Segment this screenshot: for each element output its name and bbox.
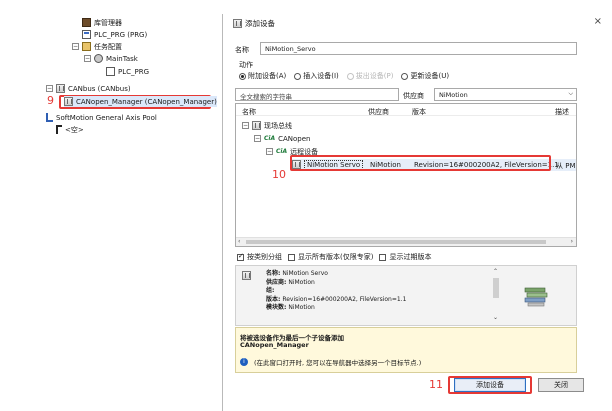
info-icon: i — [240, 358, 248, 366]
tree-item-softmotion-pool[interactable]: SoftMotion General Axis Pool — [46, 112, 157, 123]
scroll-right-icon[interactable]: › — [571, 238, 573, 245]
task-config-icon — [82, 42, 91, 51]
info-vendor-key: 供应商: — [266, 278, 287, 286]
slot-icon — [56, 125, 62, 134]
scrollbar-thumb[interactable] — [493, 278, 499, 298]
tree-item-label: SoftMotion General Axis Pool — [56, 113, 157, 122]
tree-item-label: 任务配置 — [94, 42, 122, 51]
cia-logo-icon: CiA — [264, 135, 276, 142]
info-version-key: 版本: — [266, 295, 281, 303]
tree-item-main-task[interactable]: − MainTask — [84, 53, 138, 64]
fieldbus-icon — [252, 121, 261, 130]
tree-node-canopen[interactable]: − CiA CANopen — [254, 133, 311, 144]
append-notice-panel: 将被选设备作为最后一个子设备添加 CANopen_Manager i (在此窗口… — [235, 327, 577, 373]
device-icon — [233, 19, 242, 28]
column-header-description[interactable]: 描述 — [555, 107, 569, 117]
tree-item-label: <空> — [65, 125, 84, 134]
collapse-toggle-icon[interactable]: − — [46, 85, 53, 92]
cia-logo-icon: CiA — [276, 148, 288, 155]
library-icon — [82, 18, 91, 27]
column-header-name[interactable]: 名称 — [242, 107, 256, 117]
program-icon — [82, 30, 91, 39]
tree-item-plc-prg-prg[interactable]: PLC_PRG (PRG) — [82, 29, 147, 40]
checkbox-group-by-category[interactable]: 按类别分组 — [237, 252, 282, 262]
tree-item-task-config[interactable]: − 任务配置 — [72, 41, 122, 52]
tree-item-label: CANopen_Manager (CANopen_Manager) — [76, 97, 217, 106]
device-icon — [56, 84, 65, 93]
info-group-key: 组: — [266, 287, 275, 294]
radio-update-device[interactable]: 更新设备(U) — [401, 71, 449, 81]
device-icon — [64, 97, 73, 106]
column-header-version[interactable]: 版本 — [412, 107, 426, 117]
collapse-toggle-icon[interactable]: − — [84, 55, 91, 62]
device-info-text: 名称: NiMotion Servo 供应商: NiMotion 组: 版本: … — [266, 270, 406, 313]
action-label: 动作 — [239, 61, 253, 69]
device-info-panel: 名称: NiMotion Servo 供应商: NiMotion 组: 版本: … — [235, 265, 577, 326]
close-icon[interactable]: × — [594, 16, 602, 27]
action-radio-group: 附加设备(A) 插入设备(I) 拔出设备(P) 更新设备(U) — [239, 71, 449, 81]
info-name-key: 名称: — [266, 270, 281, 277]
horizontal-scrollbar[interactable]: ‹ › — [236, 237, 576, 246]
tree-item-library-manager[interactable]: 库管理器 — [82, 17, 122, 28]
vendor-select[interactable]: NiMotion ⌵ — [434, 88, 577, 101]
vendor-label: 供应商 — [403, 92, 424, 100]
axis-pool-icon — [46, 113, 53, 122]
name-label: 名称 — [235, 46, 249, 54]
tree-item-label: MainTask — [106, 54, 138, 63]
append-notice-hint-row: i (在此窗口打开时, 您可以在导航器中选择另一个目标节点.) — [240, 357, 421, 367]
dialog-title: 添加设备 — [233, 18, 275, 29]
column-header-vendor[interactable]: 供应商 — [368, 107, 389, 117]
info-model-value: NiMotion — [288, 304, 315, 311]
collapse-toggle-icon[interactable]: − — [242, 122, 249, 129]
tree-item-plc-prg[interactable]: PLC_PRG — [106, 66, 149, 77]
close-button[interactable]: 关闭 — [538, 378, 584, 392]
tree-item-label: 库管理器 — [94, 18, 122, 27]
device-stack-icon — [524, 287, 548, 307]
list-options-checkboxes: 按类别分组 显示所有版本(仅限专家) 显示过期版本 — [237, 252, 431, 262]
gear-icon — [94, 54, 103, 63]
highlight-box-device-row — [290, 155, 551, 171]
add-device-dialog: 添加设备 × 名称 NiMotion_Servo 动作 附加设备(A) 插入设备… — [222, 14, 612, 411]
chevron-down-icon: ⌵ — [568, 90, 573, 97]
tree-node-fieldbus[interactable]: − 现场总线 — [242, 120, 292, 131]
device-row-description: 从 PMM — [556, 162, 576, 170]
collapse-toggle-icon[interactable]: − — [254, 135, 261, 142]
info-vendor-value: NiMotion — [288, 278, 315, 286]
radio-plug-device: 拔出设备(P) — [346, 71, 393, 81]
info-version-value: Revision=16#000200A2, FileVersion=1.1 — [282, 295, 407, 303]
radio-attach-device[interactable]: 附加设备(A) — [239, 71, 286, 81]
append-notice-parent: CANopen_Manager — [240, 341, 309, 349]
checkbox-show-outdated[interactable]: 显示过期版本 — [379, 252, 431, 262]
info-name-value: NiMotion Servo — [282, 270, 328, 277]
step-9-annotation: 9 — [47, 94, 54, 107]
collapse-toggle-icon[interactable]: − — [266, 148, 273, 155]
tree-item-canopen-manager[interactable]: CANopen_Manager (CANopen_Manager) — [64, 96, 217, 107]
tree-item-canbus[interactable]: − CANbus (CANbus) — [46, 83, 131, 94]
step-10-annotation: 10 — [272, 168, 286, 181]
device-list-header: 名称 供应商 版本 描述 — [236, 104, 576, 117]
tree-item-label: PLC_PRG — [118, 67, 150, 76]
radio-insert-device[interactable]: 插入设备(I) — [294, 71, 339, 81]
scroll-down-icon[interactable]: ⌄ — [493, 314, 498, 321]
fulltext-search-input[interactable]: 全文搜索的字符串 — [235, 88, 399, 101]
device-name-input[interactable]: NiMotion_Servo — [260, 42, 577, 55]
program-call-icon — [106, 67, 115, 76]
info-model-key: 模块数: — [266, 304, 287, 311]
scroll-left-icon[interactable]: ‹ — [238, 238, 240, 245]
device-list[interactable]: 名称 供应商 版本 描述 − 现场总线 − CiA CANopen − CiA … — [235, 103, 577, 247]
device-icon — [242, 271, 251, 280]
info-scrollbar[interactable]: ⌃ ⌄ — [491, 268, 501, 324]
tree-item-label: CANbus (CANbus) — [68, 84, 131, 93]
scroll-up-icon[interactable]: ⌃ — [493, 268, 498, 275]
add-device-button[interactable]: 添加设备 — [454, 378, 526, 392]
checkbox-show-all-versions[interactable]: 显示所有版本(仅限专家) — [288, 252, 373, 262]
append-notice-hint: (在此窗口打开时, 您可以在导航器中选择另一个目标节点.) — [254, 359, 422, 367]
scrollbar-thumb[interactable] — [246, 240, 546, 244]
tree-item-label: PLC_PRG (PRG) — [94, 30, 148, 39]
tree-item-empty-slot[interactable]: <空> — [56, 124, 84, 135]
collapse-toggle-icon[interactable]: − — [72, 43, 79, 50]
step-11-annotation: 11 — [429, 378, 443, 391]
